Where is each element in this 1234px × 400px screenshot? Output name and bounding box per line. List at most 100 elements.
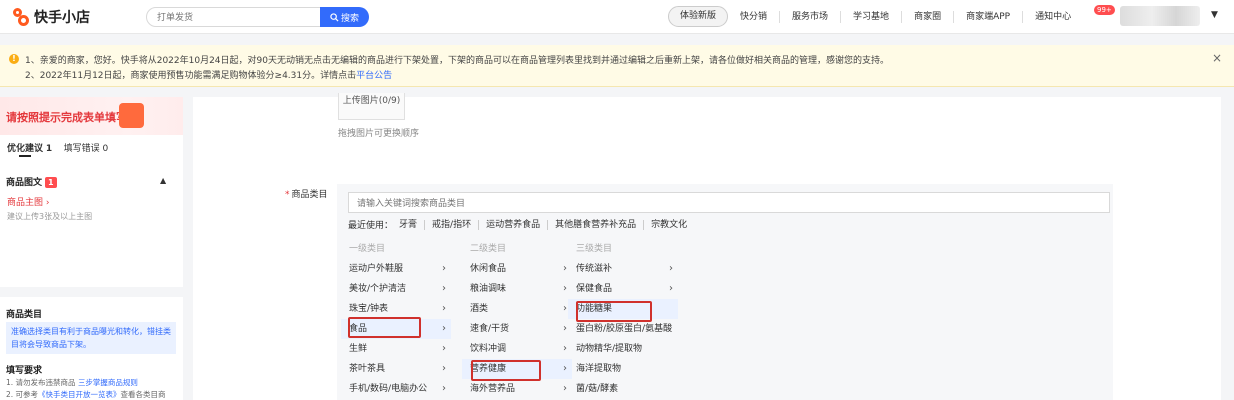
recent-item[interactable]: 戒指/指环 <box>424 219 478 230</box>
nav-item-merchant-circle[interactable]: 商家圈 <box>901 10 953 23</box>
highlight-box <box>348 317 421 338</box>
chevron-right-icon: › <box>563 283 567 294</box>
chevron-right-icon: › <box>442 323 446 334</box>
category-item[interactable]: 速食/干货 › <box>462 319 572 339</box>
top-bar: 快手小店 搜索 体验新版 快分销 服务市场 学习基地 商家圈 商家端APP 通知… <box>0 0 1234 34</box>
close-icon[interactable]: × <box>1212 51 1222 65</box>
tab-errors[interactable]: 填写错误 0 <box>64 144 109 154</box>
category-item[interactable]: 生鲜 › <box>341 339 451 359</box>
nav-item-merchant-app[interactable]: 商家端APP <box>953 10 1022 23</box>
category-item[interactable]: 休闲食品 › <box>462 259 572 279</box>
notification-badge: 99+ <box>1094 5 1115 15</box>
search-icon <box>330 12 339 22</box>
chevron-right-icon: › <box>563 383 567 394</box>
caret-down-icon[interactable]: ▼ <box>1211 10 1218 20</box>
chevron-right-icon: › <box>442 363 446 374</box>
image-upload-button[interactable]: 上传图片(0/9) <box>338 93 405 120</box>
info-icon: ! <box>9 54 19 64</box>
main-image-hint: 建议上传3张及以上主图 <box>7 212 93 221</box>
category-guide-tip: 准确选择类目有利于商品曝光和转化，错挂类目将会导致商品下架。 <box>6 322 176 354</box>
rules-link[interactable]: 三步掌握商品规则 <box>78 378 138 387</box>
chevron-right-icon: › <box>563 323 567 334</box>
caret-up-icon[interactable]: ▲ <box>160 176 166 185</box>
chevron-right-icon: › <box>45 198 50 208</box>
search-input[interactable] <box>146 7 322 27</box>
category-item[interactable]: 珠宝/钟表 › <box>341 299 451 319</box>
chevron-right-icon: › <box>442 343 446 354</box>
highlight-box <box>471 360 541 381</box>
brand-name: 快手小店 <box>34 10 90 26</box>
recent-item[interactable]: 牙膏 <box>399 220 424 230</box>
category-item[interactable]: 海外营养品 › <box>462 379 572 399</box>
requirement-line-2: 2. 可参考《快手类目开放一览表》查看各类目商 <box>6 390 166 399</box>
form-guide-panel: 请按照提示完成表单填写 优化建议 1 填写错误 0 商品图文 1 ▲ 商品主图 ›… <box>0 97 183 287</box>
chevron-right-icon: › <box>563 263 567 274</box>
recent-label: 最近使用： <box>348 221 394 231</box>
category-item[interactable]: 美妆/个护清洁 › <box>341 279 451 299</box>
column-header: 一级类目 <box>349 244 386 254</box>
recent-categories: 最近使用： 牙膏 戒指/指环 运动营养食品 其他膳食营养补充品 宗教文化 <box>348 218 694 231</box>
user-avatar[interactable] <box>1120 6 1200 26</box>
chevron-right-icon: › <box>442 263 446 274</box>
section-badge: 1 <box>45 177 57 188</box>
category-item[interactable]: 饮料冲调 › <box>462 339 572 359</box>
search-button-label: 搜索 <box>340 13 359 24</box>
guide-banner: 请按照提示完成表单填写 <box>0 97 183 135</box>
category-item[interactable]: 保健食品 › <box>568 279 678 299</box>
category-selector: 最近使用： 牙膏 戒指/指环 运动营养食品 其他膳食营养补充品 宗教文化 一级类… <box>337 184 1113 400</box>
recent-item[interactable]: 其他膳食营养补充品 <box>547 219 643 230</box>
requirements-title: 填写要求 <box>6 366 43 376</box>
category-item[interactable]: 传统滋补 › <box>568 259 678 279</box>
tab-indicator <box>19 155 31 157</box>
upload-hint: 拖拽图片可更换顺序 <box>338 129 420 139</box>
nav-item-learning[interactable]: 学习基地 <box>840 10 901 23</box>
guide-tabs: 优化建议 1 填写错误 0 <box>7 141 108 154</box>
chevron-right-icon: › <box>442 383 446 394</box>
product-form: 上传图片(0/9) 拖拽图片可更换顺序 *商品类目 最近使用： 牙膏 戒指/指环… <box>193 93 1221 400</box>
chevron-right-icon: › <box>563 363 567 374</box>
column-header: 二级类目 <box>470 244 507 254</box>
highlight-box <box>576 301 652 322</box>
category-list-link[interactable]: 《快手类目开放一览表》 <box>38 390 121 399</box>
notice-line-1: 1、亲爱的商家，您好。快手将从2022年10月24日起，对90天无动销无点击无编… <box>25 56 889 66</box>
column-header: 三级类目 <box>576 244 613 254</box>
category-item[interactable]: 茶叶茶具 › <box>341 359 451 379</box>
platform-announcement-link[interactable]: 平台公告 <box>356 71 392 81</box>
chevron-right-icon: › <box>669 283 673 294</box>
clipboard-icon <box>119 103 144 128</box>
category-item[interactable]: 海洋提取物 <box>568 359 678 379</box>
category-item[interactable]: 粮油调味 › <box>462 279 572 299</box>
section-product-media[interactable]: 商品图文 1 <box>6 175 57 188</box>
try-new-version-button[interactable]: 体验新版 <box>668 6 729 27</box>
recent-item[interactable]: 运动营养食品 <box>478 219 547 230</box>
category-item[interactable]: 动物精华/提取物 <box>568 339 678 359</box>
category-item[interactable]: 酒类 › <box>462 299 572 319</box>
brand-logo[interactable]: 快手小店 <box>12 7 90 27</box>
notice-banner: ! 1、亲爱的商家，您好。快手将从2022年10月24日起，对90天无动销无点击… <box>0 45 1234 87</box>
category-guide-title: 商品类目 <box>6 310 43 320</box>
notice-line-2-text: 2、2022年11月12日起，商家使用预售功能需满足购物体验分≥4.31分。详情… <box>25 71 357 81</box>
notice-line-2: 2、2022年11月12日起，商家使用预售功能需满足购物体验分≥4.31分。详情… <box>25 68 392 81</box>
category-item[interactable]: 手机/数码/电脑办公 › <box>341 379 451 399</box>
recent-item[interactable]: 宗教文化 <box>643 219 694 230</box>
nav-item-notifications[interactable]: 通知中心 <box>1022 10 1083 23</box>
kuaishou-logo-icon <box>12 8 30 26</box>
chevron-right-icon: › <box>563 303 567 314</box>
chevron-right-icon: › <box>442 283 446 294</box>
category-item[interactable]: 运动户外鞋服 › <box>341 259 451 279</box>
category-item[interactable]: 菌/菇/酵素 <box>568 379 678 399</box>
category-guide-panel: 商品类目 准确选择类目有利于商品曝光和转化，错挂类目将会导致商品下架。 填写要求… <box>0 297 183 400</box>
category-field-label: * 商品类目 <box>285 190 328 200</box>
category-item[interactable]: 蛋白粉/胶原蛋白/氨基酸 <box>568 319 678 339</box>
main-image-link[interactable]: 商品主图 › <box>7 195 50 208</box>
top-nav: 体验新版 快分销 服务市场 学习基地 商家圈 商家端APP 通知中心 99+ <box>668 5 1115 27</box>
nav-item-service-market[interactable]: 服务市场 <box>779 10 840 23</box>
requirement-line-1: 1. 请勿发布违禁商品 三步掌握商品规则 <box>6 378 138 387</box>
search-button[interactable]: 搜索 <box>320 7 369 27</box>
nav-item-distribution[interactable]: 快分销 <box>736 11 779 23</box>
chevron-right-icon: › <box>669 263 673 274</box>
guide-banner-text: 请按照提示完成表单填写 <box>6 111 127 124</box>
category-search-input[interactable] <box>348 192 1110 213</box>
tab-optimization[interactable]: 优化建议 1 <box>7 144 52 154</box>
chevron-right-icon: › <box>563 343 567 354</box>
